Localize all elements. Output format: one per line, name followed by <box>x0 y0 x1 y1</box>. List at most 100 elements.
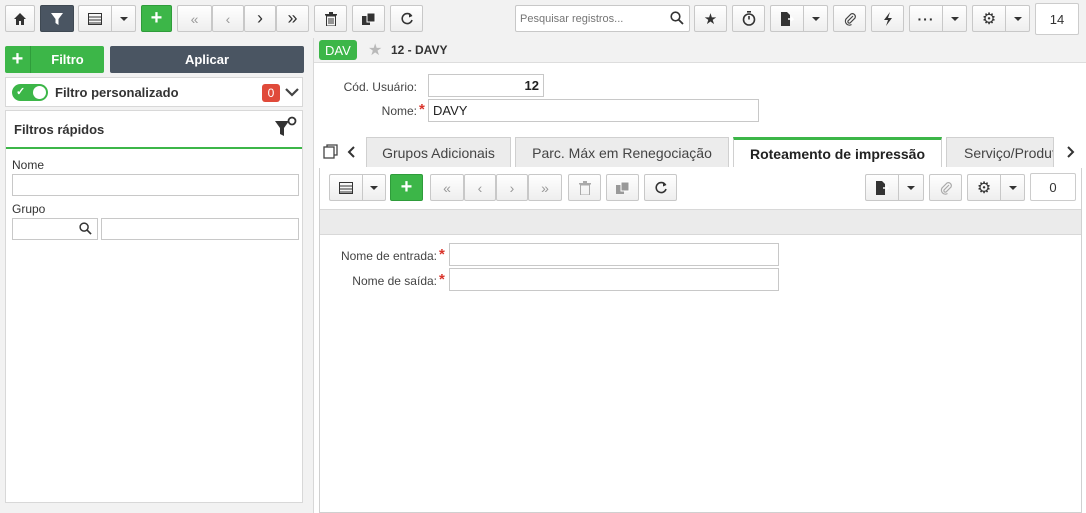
next-record-button[interactable]: › <box>244 5 276 32</box>
required-asterisk: * <box>419 101 425 118</box>
user-code-label: Cód. Usuário: <box>343 80 417 94</box>
lightning-icon <box>883 11 892 26</box>
star-icon[interactable]: ★ <box>368 40 382 60</box>
plus-icon: + <box>400 176 413 198</box>
export-dropdown[interactable] <box>803 5 828 32</box>
funnel-settings-icon[interactable] <box>272 115 298 141</box>
copy-icon <box>361 12 375 25</box>
refresh-button[interactable] <box>390 5 423 32</box>
sub-view-mode-button[interactable] <box>329 174 362 201</box>
name-label: Nome: <box>381 104 417 118</box>
trash-icon <box>324 11 337 26</box>
search-icon[interactable] <box>79 222 92 235</box>
user-code-field[interactable]: 12 <box>428 74 544 97</box>
caret-down-icon <box>950 16 959 21</box>
sub-delete-button[interactable] <box>568 174 601 201</box>
sub-add-button[interactable]: + <box>390 174 423 201</box>
required-asterisk: * <box>439 271 445 288</box>
record-header: DAV ★ 12 - DAVY <box>314 38 1086 63</box>
sub-settings-button[interactable]: ⚙ <box>967 174 1000 201</box>
chevron-right-icon[interactable] <box>1066 146 1076 158</box>
refresh-icon <box>654 181 667 193</box>
tab-parc-max-renegociacao[interactable]: Parc. Máx em Renegociação <box>515 137 729 167</box>
view-mode-button[interactable] <box>78 5 111 32</box>
custom-filter-label: Filtro personalizado <box>55 85 179 100</box>
copy-button[interactable] <box>352 5 385 32</box>
record-tag: DAV <box>319 40 357 60</box>
input-name-field[interactable] <box>449 243 779 266</box>
paperclip-icon <box>844 12 856 26</box>
sub-view-mode-dropdown[interactable] <box>362 174 386 201</box>
sub-export-button[interactable] <box>865 174 898 201</box>
output-name-field[interactable] <box>449 268 779 291</box>
double-chevron-right-icon: » <box>541 179 549 196</box>
quick-filters-header: Filtros rápidos <box>6 111 302 149</box>
caret-down-icon <box>1013 16 1022 21</box>
sub-copy-button[interactable] <box>606 174 639 201</box>
sub-last-button[interactable]: » <box>528 174 562 201</box>
new-filter-button[interactable]: + Filtro <box>5 46 104 73</box>
check-icon: ✓ <box>16 86 26 98</box>
tab-servico-produto[interactable]: Serviço/Produto <box>946 137 1054 167</box>
sub-next-button[interactable]: › <box>496 174 528 201</box>
settings-dropdown[interactable] <box>1005 5 1030 32</box>
group-description-input[interactable] <box>101 218 299 240</box>
tabs-overview-icon[interactable] <box>323 144 338 159</box>
favorite-button[interactable]: ★ <box>694 5 727 32</box>
sub-attachment-button[interactable] <box>929 174 962 201</box>
double-chevron-right-icon: » <box>287 8 298 28</box>
double-chevron-left-icon: « <box>190 10 199 27</box>
chevron-down-icon[interactable] <box>284 84 300 100</box>
search-box[interactable] <box>515 5 690 32</box>
new-filter-label: Filtro <box>51 52 84 67</box>
export-button[interactable] <box>770 5 803 32</box>
custom-filter-row: ✓ Filtro personalizado 0 <box>5 77 303 107</box>
tab-roteamento-impressao[interactable]: Roteamento de impressão <box>733 137 942 167</box>
name-filter-input[interactable] <box>12 174 299 196</box>
group-filter-label: Grupo <box>12 202 46 216</box>
delete-button[interactable] <box>314 5 347 32</box>
home-icon <box>14 12 26 25</box>
file-export-icon <box>781 11 794 26</box>
subform-panel: + « ‹ › » ⚙ 0 Nome de entrada: * Nome de… <box>319 168 1082 513</box>
search-icon[interactable] <box>670 11 684 25</box>
output-name-label: Nome de saída: <box>352 274 437 288</box>
sub-export-dropdown[interactable] <box>898 174 924 201</box>
app-root: + « ‹ › » ★ <box>0 0 1086 513</box>
plus-icon: + <box>5 46 31 73</box>
sub-previous-button[interactable]: ‹ <box>464 174 496 201</box>
record-panel: DAV ★ 12 - DAVY Cód. Usuário: 12 Nome: *… <box>313 38 1086 513</box>
chevron-left-icon[interactable] <box>346 146 356 158</box>
quick-action-button[interactable] <box>871 5 904 32</box>
view-mode-dropdown[interactable] <box>111 5 136 32</box>
more-options-dropdown[interactable] <box>942 5 967 32</box>
search-input[interactable] <box>516 6 666 31</box>
required-asterisk: * <box>439 246 445 263</box>
name-field[interactable]: DAVY <box>428 99 759 122</box>
filter-toggle-button[interactable] <box>40 5 74 32</box>
last-record-button[interactable]: » <box>276 5 309 32</box>
sub-settings-dropdown[interactable] <box>1000 174 1025 201</box>
apply-filter-button[interactable]: Aplicar <box>110 46 304 73</box>
sub-refresh-button[interactable] <box>644 174 677 201</box>
group-code-input[interactable] <box>12 218 98 240</box>
more-options-button[interactable]: ··· <box>909 5 942 32</box>
quick-filters-panel: Filtros rápidos Nome Grupo <box>5 110 303 503</box>
name-filter-label: Nome <box>12 158 45 172</box>
settings-button[interactable]: ⚙ <box>972 5 1005 32</box>
star-icon: ★ <box>703 10 718 28</box>
tab-grupos-adicionais[interactable]: Grupos Adicionais <box>366 137 511 167</box>
previous-record-button[interactable]: ‹ <box>212 5 244 32</box>
home-button[interactable] <box>5 5 35 32</box>
first-record-button[interactable]: « <box>177 5 212 32</box>
timer-button[interactable] <box>732 5 765 32</box>
more-dots-icon: ··· <box>917 10 935 27</box>
record-count: 14 <box>1035 3 1079 35</box>
custom-filter-toggle[interactable]: ✓ <box>12 84 48 101</box>
attachment-button[interactable] <box>833 5 866 32</box>
add-record-button[interactable]: + <box>141 5 172 32</box>
caret-down-icon <box>370 185 378 190</box>
sub-first-button[interactable]: « <box>430 174 464 201</box>
refresh-icon <box>400 12 413 24</box>
tab-bar: Grupos Adicionais Parc. Máx em Renegocia… <box>314 137 1086 167</box>
